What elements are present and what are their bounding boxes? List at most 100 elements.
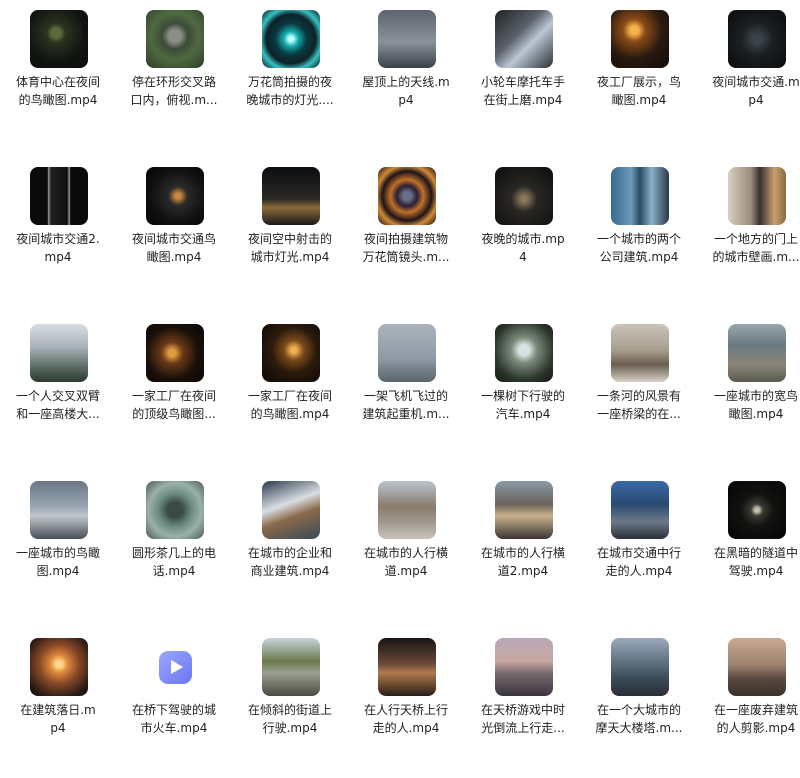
file-item[interactable]: 在一座废弃建筑 的人剪影.mp4 [698, 628, 800, 778]
file-name-line: 一架飞机飞过的 [363, 389, 448, 403]
video-thumbnail [146, 481, 204, 539]
file-name-line: 一棵树下行驶的 [480, 389, 565, 403]
video-thumbnail [611, 167, 669, 225]
file-item[interactable]: 在桥下驾驶的城 市火车.mp4 [116, 628, 232, 778]
file-item[interactable]: 夜间城市交通.m p4 [698, 0, 800, 150]
file-item[interactable]: 夜晚的城市.mp 4 [465, 157, 581, 307]
file-name-line: 的城市壁画.m... [712, 250, 800, 264]
file-name: 在一个大城市的 摩天大楼塔.m... [581, 701, 697, 737]
file-name-line: p4 [748, 93, 764, 107]
video-thumbnail [611, 638, 669, 696]
file-name: 屋顶上的天线.m p4 [348, 73, 464, 109]
file-name-line: 行驶.mp4 [262, 721, 318, 735]
file-item[interactable]: 在人行天桥上行 走的人.mp4 [348, 628, 464, 778]
file-name-line: 建筑起重机.m... [362, 407, 450, 421]
file-item[interactable]: 万花筒拍摄的夜 晚城市的灯光.... [232, 0, 348, 150]
file-name: 在城市的人行横 道2.mp4 [465, 544, 581, 580]
file-name: 在倾斜的街道上 行驶.mp4 [232, 701, 348, 737]
video-thumbnail [611, 324, 669, 382]
video-thumbnail [611, 10, 669, 68]
file-item[interactable]: 圆形茶几上的电 话.mp4 [116, 471, 232, 621]
file-name-line: 在建筑落日.m [20, 703, 96, 717]
file-item[interactable]: 一家工厂在夜间 的鸟瞰图.mp4 [232, 314, 348, 464]
file-name-line: mp4 [44, 250, 72, 264]
video-thumbnail [728, 638, 786, 696]
file-name-line: 万花筒拍摄的夜 [247, 75, 332, 89]
file-name-line: 在黑暗的隧道中 [713, 546, 798, 560]
file-name: 一家工厂在夜间 的鸟瞰图.mp4 [232, 387, 348, 423]
file-item[interactable]: 体育中心在夜间 的鸟瞰图.mp4 [0, 0, 116, 150]
file-item[interactable]: 一架飞机飞过的 建筑起重机.m... [348, 314, 464, 464]
file-item[interactable]: 一个地方的门上 的城市壁画.m... [698, 157, 800, 307]
video-thumbnail [728, 10, 786, 68]
file-name: 体育中心在夜间 的鸟瞰图.mp4 [0, 73, 116, 109]
file-name: 夜晚的城市.mp 4 [465, 230, 581, 266]
file-item[interactable]: 一个人交叉双臂 和一座高楼大... [0, 314, 116, 464]
file-item[interactable]: 屋顶上的天线.m p4 [348, 0, 464, 150]
file-item[interactable]: 一座城市的鸟瞰 图.mp4 [0, 471, 116, 621]
file-name-line: 停在环形交叉路 [131, 75, 216, 89]
video-thumbnail [262, 638, 320, 696]
file-name-line: 在倾斜的街道上 [247, 703, 332, 717]
file-name-line: 图.mp4 [36, 564, 80, 578]
file-name-line: 瞰图.mp4 [611, 93, 667, 107]
video-thumbnail [495, 10, 553, 68]
file-name-line: 的顶级鸟瞰图... [132, 407, 216, 421]
file-grid: 体育中心在夜间 的鸟瞰图.mp4 停在环形交叉路 口内，俯视.m... 万花筒拍摄的夜晚… [0, 0, 800, 741]
file-name-line: 夜晚的城市.mp [481, 232, 565, 246]
file-item[interactable]: 在城市的人行横 道2.mp4 [465, 471, 581, 621]
video-thumbnail [495, 638, 553, 696]
video-thumbnail [495, 167, 553, 225]
file-name: 夜工厂展示，鸟 瞰图.mp4 [581, 73, 697, 109]
file-item[interactable]: 夜间城市交通鸟 瞰图.mp4 [116, 157, 232, 307]
file-item[interactable]: 在城市的人行横 道.mp4 [348, 471, 464, 621]
play-icon [159, 651, 192, 684]
file-item[interactable]: 夜间拍摄建筑物 万花筒镜头.m... [348, 157, 464, 307]
file-name: 在城市的人行横 道.mp4 [348, 544, 464, 580]
file-name-line: 小轮车摩托车手 [480, 75, 565, 89]
file-name: 夜间拍摄建筑物 万花筒镜头.m... [348, 230, 464, 266]
file-name: 在一座废弃建筑 的人剪影.mp4 [698, 701, 800, 737]
file-item[interactable]: 在城市的企业和 商业建筑.mp4 [232, 471, 348, 621]
file-name-line: 商业建筑.mp4 [250, 564, 330, 578]
file-name-line: 走的人.mp4 [605, 564, 673, 578]
file-item[interactable]: 一座城市的宽鸟 瞰图.mp4 [698, 314, 800, 464]
file-item[interactable]: 停在环形交叉路 口内，俯视.m... [116, 0, 232, 150]
video-thumbnail [378, 481, 436, 539]
video-thumbnail [262, 10, 320, 68]
file-name-line: 圆形茶几上的电 [131, 546, 216, 560]
file-item[interactable]: 在建筑落日.m p4 [0, 628, 116, 778]
file-name-line: 道.mp4 [384, 564, 428, 578]
file-item[interactable]: 在城市交通中行 走的人.mp4 [581, 471, 697, 621]
file-item[interactable]: 一家工厂在夜间 的顶级鸟瞰图... [116, 314, 232, 464]
file-name-line: 和一座高楼大... [16, 407, 100, 421]
file-item[interactable]: 小轮车摩托车手 在街上磨.mp4 [465, 0, 581, 150]
file-item[interactable]: 夜工厂展示，鸟 瞰图.mp4 [581, 0, 697, 150]
file-name-line: 在街上磨.mp4 [483, 93, 563, 107]
video-thumbnail [495, 481, 553, 539]
video-file-icon [146, 638, 204, 696]
file-name-line: 夜间拍摄建筑物 [363, 232, 448, 246]
file-item[interactable]: 夜间城市交通2. mp4 [0, 157, 116, 307]
file-name-line: 光倒流上行走... [481, 721, 565, 735]
file-name: 圆形茶几上的电 话.mp4 [116, 544, 232, 580]
file-name-line: p4 [398, 93, 414, 107]
file-name: 一条河的风景有 一座桥梁的在... [581, 387, 697, 423]
file-name: 一棵树下行驶的 汽车.mp4 [465, 387, 581, 423]
video-thumbnail [495, 324, 553, 382]
file-name-line: 夜间城市交通.m [712, 75, 800, 89]
file-item[interactable]: 在黑暗的隧道中 驾驶.mp4 [698, 471, 800, 621]
file-item[interactable]: 一棵树下行驶的 汽车.mp4 [465, 314, 581, 464]
file-name-line: 的鸟瞰图.mp4 [18, 93, 98, 107]
file-item[interactable]: 夜间空中射击的 城市灯光.mp4 [232, 157, 348, 307]
file-name-line: 屋顶上的天线.m [362, 75, 450, 89]
file-item[interactable]: 在一个大城市的 摩天大楼塔.m... [581, 628, 697, 778]
video-thumbnail [728, 324, 786, 382]
file-item[interactable]: 在倾斜的街道上 行驶.mp4 [232, 628, 348, 778]
file-item[interactable]: 一个城市的两个 公司建筑.mp4 [581, 157, 697, 307]
file-name-line: 在一座废弃建筑 [713, 703, 798, 717]
video-thumbnail [262, 481, 320, 539]
file-item[interactable]: 一条河的风景有 一座桥梁的在... [581, 314, 697, 464]
file-item[interactable]: 在天桥游戏中时 光倒流上行走... [465, 628, 581, 778]
file-name: 夜间城市交通鸟 瞰图.mp4 [116, 230, 232, 266]
